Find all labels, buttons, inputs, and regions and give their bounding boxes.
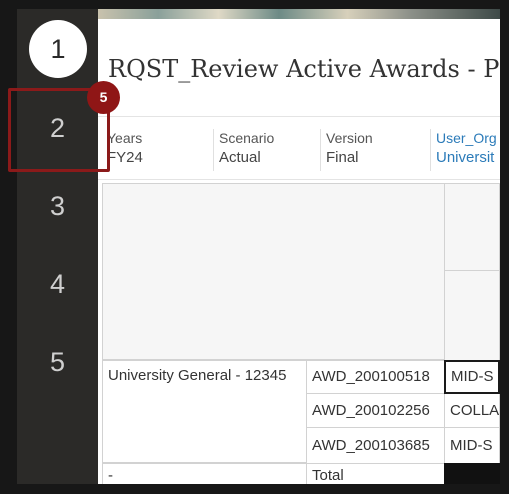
- row-award-1[interactable]: AWD_200100518: [306, 360, 445, 394]
- row-header-dash[interactable]: -: [102, 463, 307, 484]
- pov-version-value[interactable]: Final: [326, 147, 373, 169]
- pov-version-label: Version: [326, 130, 373, 146]
- data-cell-selected[interactable]: MID-S: [444, 360, 500, 394]
- row-award-2[interactable]: AWD_200102256: [306, 393, 445, 428]
- pov-scenario-label: Scenario: [219, 130, 275, 146]
- pov-user-org-value[interactable]: Universit: [436, 147, 497, 169]
- data-grid: University General - 12345 AWD_200100518…: [102, 183, 500, 484]
- data-cell[interactable]: COLLA: [444, 393, 500, 428]
- callout-step-badge: 5: [87, 81, 120, 114]
- pov-scenario[interactable]: Scenario Actual: [213, 129, 274, 171]
- point-of-view-bar: Years FY24 Scenario Actual Version Final…: [98, 116, 500, 180]
- pov-years-label: Years: [107, 130, 143, 146]
- pov-user-org[interactable]: User_Org Universit: [430, 129, 497, 171]
- pov-version[interactable]: Version Final: [320, 129, 373, 171]
- step-1[interactable]: 1: [29, 20, 87, 78]
- form-content-panel: RQST_Review Active Awards - P Years FY24…: [98, 9, 500, 484]
- data-cell[interactable]: MID-S: [444, 427, 500, 464]
- column-subheader-cell: [444, 270, 500, 361]
- pov-user-org-label: User_Org: [436, 130, 497, 146]
- row-award-3[interactable]: AWD_200103685: [306, 427, 445, 464]
- screenshot-frame: 1 2 3 4 5 RQST_Review Active Awards - P …: [0, 0, 509, 494]
- grid-corner-cell: [102, 183, 445, 360]
- step-navigation-rail: 1 2 3 4 5: [17, 9, 98, 484]
- page-title: RQST_Review Active Awards - P: [108, 55, 500, 83]
- pov-scenario-value[interactable]: Actual: [219, 147, 274, 169]
- column-header-cell: [444, 183, 500, 271]
- total-data-cell: [444, 463, 500, 484]
- row-total[interactable]: Total: [306, 463, 445, 484]
- step-4[interactable]: 4: [17, 264, 98, 304]
- step-5[interactable]: 5: [17, 342, 98, 382]
- step-3[interactable]: 3: [17, 186, 98, 226]
- decorative-banner: [98, 9, 500, 19]
- pov-years-value[interactable]: FY24: [107, 147, 143, 169]
- row-header-university[interactable]: University General - 12345: [102, 360, 307, 463]
